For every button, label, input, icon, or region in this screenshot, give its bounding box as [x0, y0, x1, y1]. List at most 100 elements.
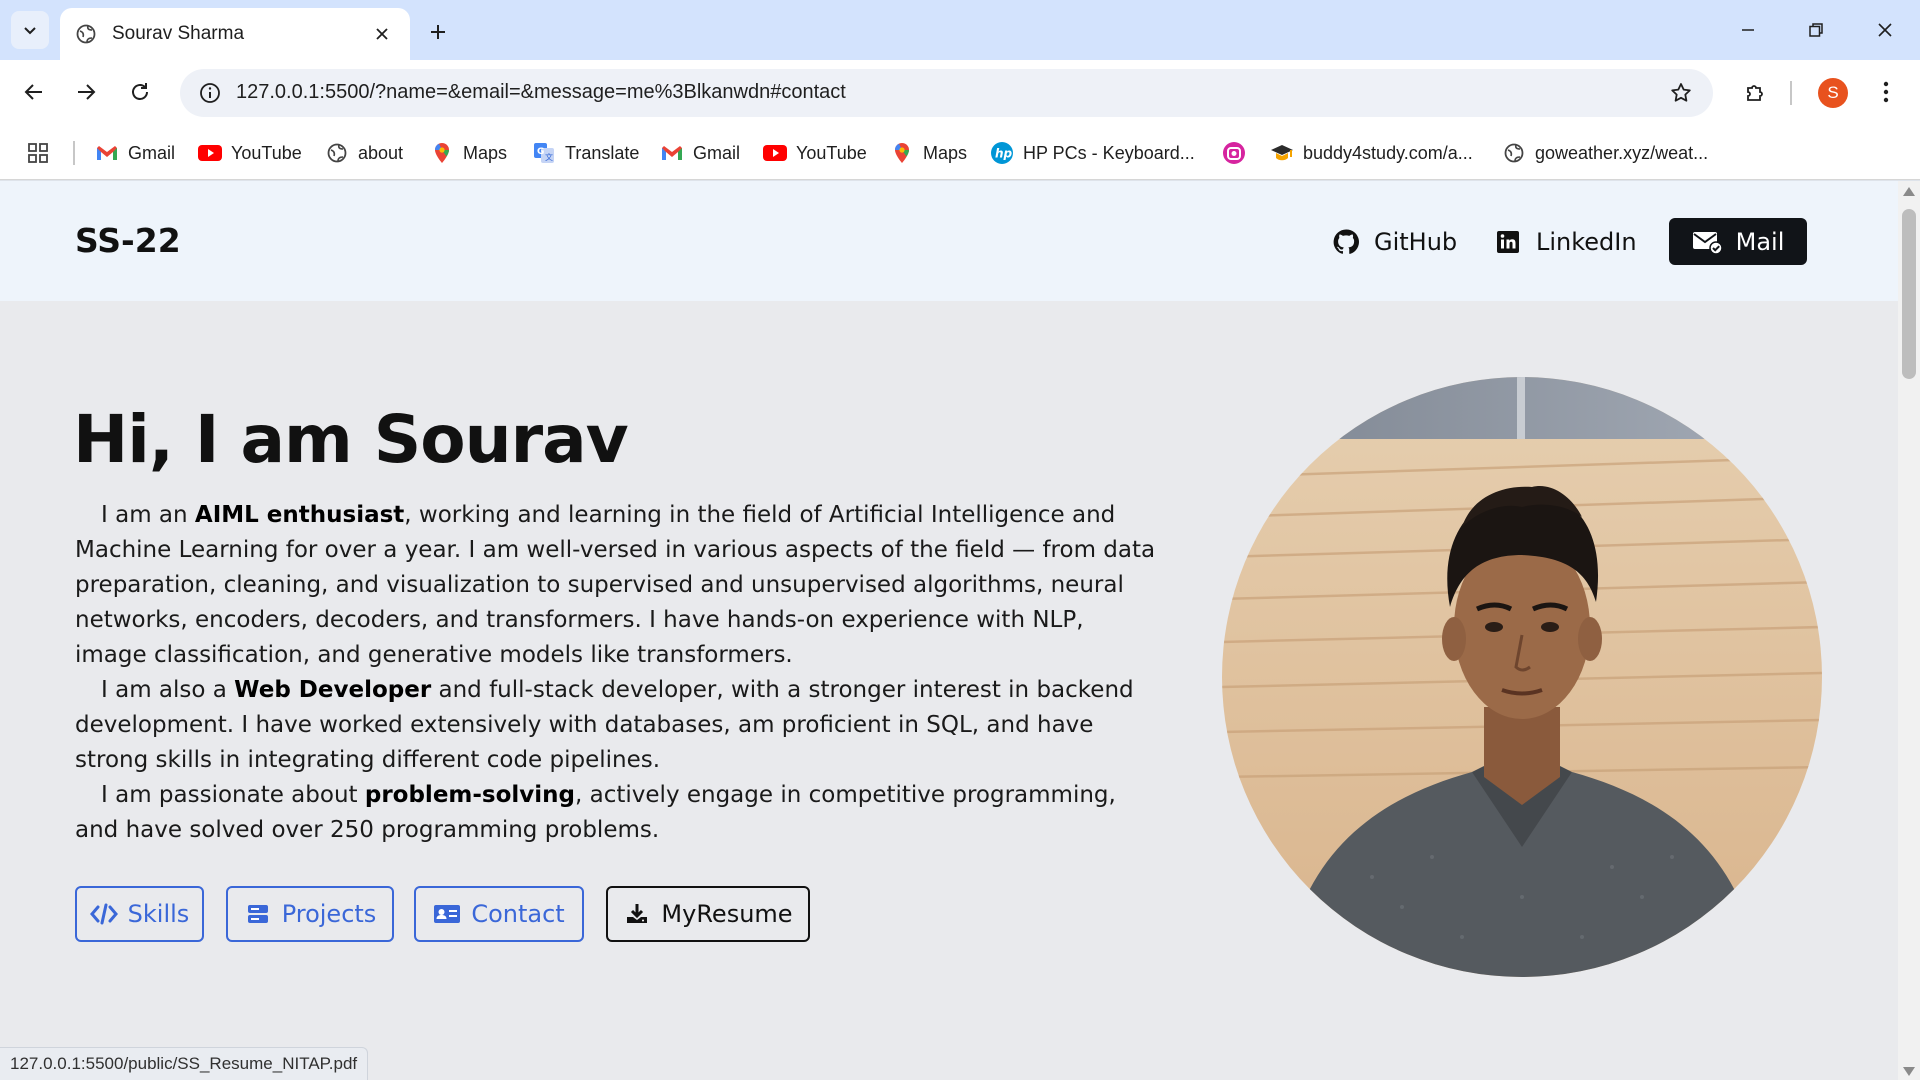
- close-window-button[interactable]: [1857, 8, 1913, 52]
- mail-label: Mail: [1735, 227, 1785, 256]
- bio-paragraph-webdev: I am also a Web Developer and full-stack…: [75, 677, 1134, 773]
- bookmarks-separator: [73, 141, 75, 165]
- bookmark-about[interactable]: about: [325, 138, 403, 168]
- translate-icon: G文: [532, 141, 556, 165]
- youtube-icon: [763, 141, 787, 165]
- minimize-button[interactable]: [1720, 8, 1776, 52]
- bookmark-label: Maps: [463, 142, 508, 163]
- bookmark-label: Maps: [923, 142, 968, 163]
- svg-text:G: G: [537, 147, 544, 157]
- close-icon: [1878, 23, 1892, 37]
- linkedin-label: LinkedIn: [1536, 228, 1637, 256]
- bookmark-label: Translate: [565, 142, 640, 163]
- apps-button[interactable]: [22, 137, 54, 169]
- svg-text:文: 文: [545, 152, 553, 162]
- back-button[interactable]: [12, 70, 56, 114]
- bookmark-maps-2[interactable]: Maps: [890, 138, 967, 168]
- bio-text: I am an AIML enthusiast, working and lea…: [75, 498, 1160, 848]
- graduation-icon: [1270, 141, 1294, 165]
- contact-card-icon: [433, 901, 461, 927]
- skills-label: Skills: [127, 900, 190, 928]
- maps-icon: [430, 141, 454, 165]
- svg-text:hp: hp: [995, 147, 1013, 161]
- bookmark-hp[interactable]: hp HP PCs - Keyboard...: [990, 138, 1195, 168]
- bookmark-label: Gmail: [128, 142, 176, 163]
- bookmark-youtube-2[interactable]: YouTube: [763, 138, 867, 168]
- tab-title: Sourav Sharma: [112, 23, 245, 44]
- restore-icon: [1809, 23, 1823, 37]
- projects-button[interactable]: Projects: [226, 886, 394, 942]
- close-tab-icon[interactable]: [368, 20, 396, 48]
- github-link[interactable]: GitHub: [1332, 219, 1457, 265]
- bookmark-label: Gmail: [693, 142, 741, 163]
- bookmark-label: HP PCs - Keyboard...: [1023, 142, 1195, 163]
- extensions-button[interactable]: [1734, 70, 1778, 114]
- page-viewport: SS-22 GitHub LinkedIn Mail Hi, I am Sour…: [0, 181, 1898, 1080]
- bookmark-star-icon[interactable]: [1663, 75, 1699, 111]
- address-bar[interactable]: 127.0.0.1:5500/?name=&email=&message=me%…: [180, 69, 1713, 117]
- bookmark-label: about: [358, 142, 404, 163]
- bookmark-translate[interactable]: G文 Translate: [532, 138, 639, 168]
- bookmark-label: YouTube: [231, 142, 302, 163]
- forward-button[interactable]: [64, 70, 108, 114]
- site-logo[interactable]: SS-22: [75, 221, 181, 260]
- gmail-icon: [95, 141, 119, 165]
- bookmark-maps[interactable]: Maps: [430, 138, 507, 168]
- hero-title: Hi, I am Sourav: [73, 401, 629, 478]
- maps-icon: [890, 141, 914, 165]
- bookmark-gmail[interactable]: Gmail: [95, 138, 175, 168]
- projects-label: Projects: [281, 900, 377, 928]
- globe-icon: [325, 141, 349, 165]
- bookmark-label: YouTube: [796, 142, 867, 163]
- apps-grid-icon: [28, 143, 48, 163]
- restore-button[interactable]: [1788, 8, 1844, 52]
- reload-button[interactable]: [118, 70, 162, 114]
- new-tab-button[interactable]: [420, 14, 456, 50]
- profile-photo: [1222, 377, 1822, 977]
- chevron-down-icon: [24, 27, 36, 35]
- portrait-illustration: [1222, 377, 1822, 977]
- bookmarks-bar: Gmail YouTube about Maps G文 Translate Gm…: [0, 125, 1920, 180]
- gmail-icon: [660, 141, 684, 165]
- toolbar-separator: [1790, 81, 1792, 105]
- scroll-up-arrow[interactable]: [1903, 187, 1915, 196]
- bookmark-gmail-2[interactable]: Gmail: [660, 138, 740, 168]
- browser-toolbar: 127.0.0.1:5500/?name=&email=&message=me%…: [0, 60, 1920, 125]
- bookmark-app[interactable]: [1222, 138, 1255, 168]
- plus-icon: [431, 25, 445, 39]
- mail-button[interactable]: Mail: [1669, 218, 1807, 265]
- scroll-down-arrow[interactable]: [1903, 1067, 1915, 1076]
- code-icon: [89, 901, 118, 927]
- site-header: SS-22 GitHub LinkedIn Mail: [0, 181, 1898, 301]
- bookmark-goweather[interactable]: goweather.xyz/weat...: [1502, 138, 1708, 168]
- skills-button[interactable]: Skills: [75, 886, 204, 942]
- resume-label: MyResume: [661, 900, 793, 928]
- resume-download-button[interactable]: MyResume: [606, 886, 810, 942]
- server-icon: [244, 901, 272, 927]
- mail-check-icon: [1692, 228, 1724, 256]
- contact-label: Contact: [471, 900, 565, 928]
- profile-avatar[interactable]: S: [1818, 78, 1848, 108]
- url-text[interactable]: 127.0.0.1:5500/?name=&email=&message=me%…: [236, 81, 846, 104]
- bookmark-youtube[interactable]: YouTube: [198, 138, 302, 168]
- linkedin-link[interactable]: LinkedIn: [1494, 219, 1637, 265]
- arrow-left-icon: [24, 84, 42, 100]
- link-status-bar: 127.0.0.1:5500/public/SS_Resume_NITAP.pd…: [0, 1047, 369, 1080]
- bookmark-label: buddy4study.com/a...: [1303, 142, 1473, 163]
- linkedin-icon: [1494, 228, 1522, 256]
- site-info-icon[interactable]: [192, 75, 228, 111]
- tab-strip: Sourav Sharma: [0, 0, 1920, 60]
- browser-menu-button[interactable]: [1870, 70, 1902, 114]
- bookmark-label: goweather.xyz/weat...: [1535, 142, 1709, 163]
- reload-icon: [132, 83, 148, 100]
- active-tab[interactable]: Sourav Sharma: [60, 8, 410, 60]
- github-icon: [1332, 228, 1360, 256]
- scroll-thumb[interactable]: [1902, 209, 1916, 379]
- page-scrollbar[interactable]: [1898, 181, 1920, 1080]
- bookmark-buddy4study[interactable]: buddy4study.com/a...: [1270, 138, 1473, 168]
- download-icon: [623, 901, 651, 927]
- contact-button[interactable]: Contact: [414, 886, 584, 942]
- bio-paragraph-aiml: I am an AIML enthusiast, working and lea…: [75, 502, 1156, 668]
- tab-search-button[interactable]: [11, 11, 49, 49]
- hp-icon: hp: [990, 141, 1014, 165]
